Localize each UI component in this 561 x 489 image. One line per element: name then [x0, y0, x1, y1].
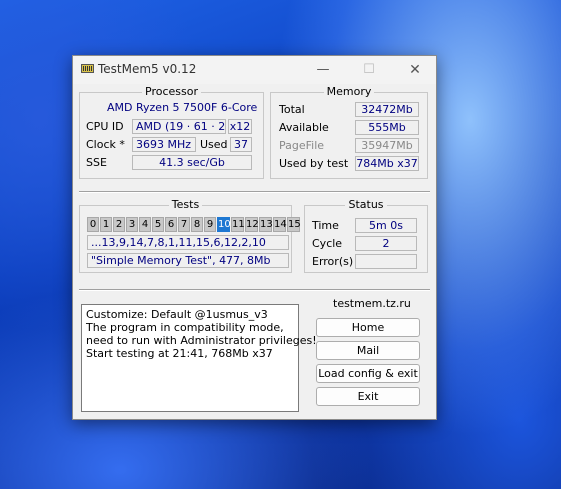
- processor-group-title: Processor: [142, 85, 201, 98]
- used-value: 37: [230, 137, 252, 152]
- status-group: Status Time 5m 0s Cycle 2 Error(s): [304, 198, 428, 273]
- cycle-label: Cycle: [312, 237, 343, 250]
- test-cell: 13: [259, 217, 273, 232]
- status-group-title: Status: [345, 198, 387, 211]
- testmem5-window: TestMem5 v0.12 — ☐ ✕ Processor AMD Ryzen…: [72, 55, 437, 420]
- used-label: Used: [200, 138, 228, 151]
- cpu-id-label: CPU ID: [86, 120, 124, 133]
- separator-top: [79, 191, 430, 193]
- clock-value: 3693 MHz: [132, 137, 196, 152]
- close-button[interactable]: ✕: [398, 60, 432, 80]
- used-by-test-value: 784Mb x37: [355, 156, 419, 171]
- memory-group: Memory Total 32472Mb Available 555Mb Pag…: [270, 85, 428, 179]
- test-sequence: ...13,9,14,7,8,1,11,15,6,12,2,10: [87, 235, 289, 250]
- maximize-button[interactable]: ☐: [352, 60, 386, 80]
- test-cell: 10: [217, 217, 231, 232]
- test-cell: 3: [126, 217, 138, 232]
- total-value: 32472Mb: [355, 102, 419, 117]
- test-cell: 7: [178, 217, 190, 232]
- test-cell: 15: [287, 217, 301, 232]
- log-line: Start testing at 21:41, 768Mb x37: [86, 347, 273, 360]
- cpu-threads-value: x12: [228, 119, 252, 134]
- tests-group-title: Tests: [168, 198, 203, 211]
- site-label: testmem.tz.ru: [333, 297, 411, 310]
- time-value: 5m 0s: [355, 218, 417, 233]
- minimize-button[interactable]: —: [306, 60, 340, 80]
- used-by-test-label: Used by test: [279, 157, 349, 170]
- log-line: Customize: Default @1usmus_v3: [86, 308, 268, 321]
- sse-label: SSE: [86, 156, 107, 169]
- test-cell: 11: [231, 217, 245, 232]
- current-test: "Simple Memory Test", 477, 8Mb: [87, 253, 289, 268]
- cycle-value: 2: [355, 236, 417, 251]
- processor-group: Processor AMD Ryzen 5 7500F 6-Core CPU I…: [79, 85, 264, 179]
- sse-value: 41.3 sec/Gb: [132, 155, 252, 170]
- log-line: need to run with Administrator privilege…: [86, 334, 317, 347]
- exit-button[interactable]: Exit: [316, 387, 420, 406]
- separator-bottom: [79, 289, 430, 291]
- cpu-name: AMD Ryzen 5 7500F 6-Core: [107, 101, 258, 114]
- test-cell: 4: [139, 217, 151, 232]
- total-label: Total: [279, 103, 305, 116]
- test-cell: 0: [87, 217, 99, 232]
- test-cell: 12: [245, 217, 259, 232]
- home-button[interactable]: Home: [316, 318, 420, 337]
- test-cell: 8: [191, 217, 203, 232]
- title-bar[interactable]: TestMem5 v0.12 — ☐ ✕: [73, 56, 436, 84]
- memory-group-title: Memory: [323, 85, 375, 98]
- test-cell: 6: [165, 217, 177, 232]
- errors-label: Error(s): [312, 255, 354, 268]
- errors-value: [355, 254, 417, 269]
- time-label: Time: [312, 219, 339, 232]
- mail-button[interactable]: Mail: [316, 341, 420, 360]
- test-cell: 9: [204, 217, 216, 232]
- test-cell: 14: [273, 217, 287, 232]
- cpu-id-value: AMD (19 · 61 · 2): [132, 119, 226, 134]
- pagefile-value: 35947Mb: [355, 138, 419, 153]
- test-cell: 5: [152, 217, 164, 232]
- memory-chip-icon: [81, 64, 94, 73]
- load-config-exit-button[interactable]: Load config & exit: [316, 364, 420, 383]
- clock-label: Clock *: [86, 138, 125, 151]
- available-value: 555Mb: [355, 120, 419, 135]
- available-label: Available: [279, 121, 329, 134]
- log-output[interactable]: Customize: Default @1usmus_v3 The progra…: [81, 304, 317, 412]
- log-line: The program in compatibility mode,: [86, 321, 284, 334]
- test-cell: 1: [100, 217, 112, 232]
- pagefile-label: PageFile: [279, 139, 325, 152]
- window-title: TestMem5 v0.12: [98, 62, 197, 76]
- test-cell: 2: [113, 217, 125, 232]
